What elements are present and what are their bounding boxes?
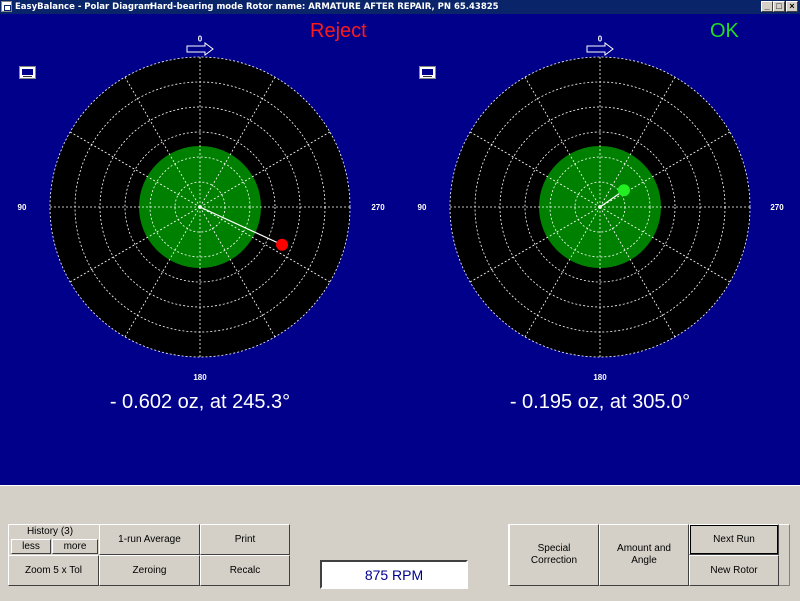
polar-diagram-right: 0 90 270 180: [418, 35, 785, 383]
special-correction-line2: Correction: [530, 555, 578, 566]
close-button[interactable]: ×: [786, 1, 798, 12]
angle-label-top: 0: [198, 35, 203, 44]
amount-and-angle-line1: Amount and: [617, 543, 671, 554]
polar-grid: [449, 56, 751, 358]
history-label: History (3): [26, 526, 74, 537]
special-correction-line1: Special: [537, 543, 571, 554]
readout-left: - 0.602 oz, at 245.3°: [109, 391, 291, 413]
zeroing-button[interactable]: Zeroing: [99, 555, 200, 586]
polar-diagram-left: 0 90 270 180: [18, 35, 386, 383]
maximize-button[interactable]: □: [773, 1, 785, 12]
history-more-button[interactable]: more: [52, 539, 98, 554]
zoom-button[interactable]: Zoom 5 x Tol: [8, 555, 99, 586]
angle-label-right: 270: [371, 203, 385, 212]
window-mode: Hard-bearing mode: [150, 2, 243, 12]
one-run-average-button[interactable]: 1-run Average: [99, 524, 200, 555]
special-correction-button[interactable]: Special Correction: [509, 524, 599, 586]
angle-label-bottom: 180: [193, 373, 207, 382]
polar-grid: [49, 56, 351, 358]
unbalance-point: [617, 184, 630, 197]
right-arrow-icon: [186, 42, 214, 56]
angle-label-right: 270: [770, 203, 784, 212]
angle-label-top: 0: [598, 35, 603, 44]
angle-label-bottom: 180: [593, 373, 607, 382]
right-arrow-icon: [586, 42, 614, 56]
minimize-button[interactable]: _: [761, 1, 773, 12]
angle-label-left: 90: [418, 203, 427, 212]
recalc-button[interactable]: Recalc: [200, 555, 290, 586]
print-button[interactable]: Print: [200, 524, 290, 555]
polar-diagram-area: Reject 0 90 270 180 - 0.602 oz, at 245.3…: [0, 14, 800, 485]
next-run-button[interactable]: Next Run: [689, 524, 779, 555]
amount-and-angle-line2: Angle: [631, 555, 657, 566]
title-bar: EasyBalance - Polar Diagram Hard-bearing…: [0, 0, 800, 14]
history-less-button[interactable]: less: [11, 539, 51, 554]
new-rotor-button[interactable]: New Rotor: [689, 555, 779, 586]
rpm-display: 875 RPM: [320, 560, 468, 589]
window-title: EasyBalance - Polar Diagram: [15, 2, 153, 12]
angle-label-left: 90: [18, 203, 27, 212]
app-icon[interactable]: [1, 1, 12, 12]
unbalance-point: [276, 238, 289, 251]
amount-and-angle-button[interactable]: Amount and Angle: [599, 524, 689, 586]
window-rotor-name: Rotor name: ARMATURE AFTER REPAIR, PN 65…: [246, 2, 499, 12]
readout-right: - 0.195 oz, at 305.0°: [509, 391, 691, 413]
